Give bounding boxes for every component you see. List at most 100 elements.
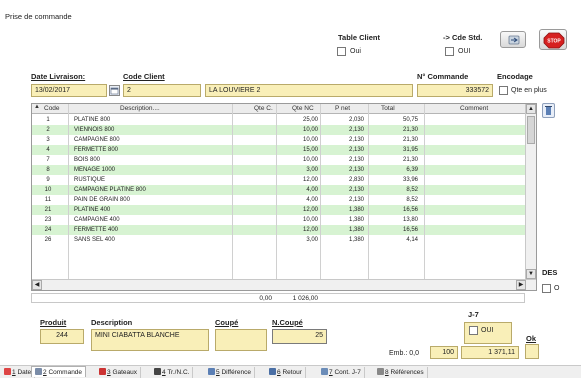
cell-code: 3 — [46, 137, 50, 143]
des-checkbox[interactable] — [542, 284, 551, 293]
scroll-right-icon[interactable]: ▶ — [516, 280, 526, 290]
cell-code: 1 — [46, 117, 50, 123]
cell-total: 33,96 — [402, 177, 418, 183]
tab-gateaux[interactable]: 3 Gateaux — [96, 367, 142, 378]
refresh-button[interactable] — [500, 31, 526, 48]
tab-retour[interactable]: 6 Retour — [266, 367, 306, 378]
table-row[interactable]: 21 PLATINE 400 12,00 1,380 16,56 — [32, 205, 526, 215]
table-row[interactable]: 10 CAMPAGNE PLATINE 800 4,00 2,130 8,52 — [32, 185, 526, 195]
scroll-left-icon[interactable]: ◀ — [32, 280, 42, 290]
col-header-description[interactable]: Description.... — [120, 105, 160, 112]
cell-description: CAMPAGNE PLATINE 800 — [74, 187, 146, 193]
scroll-down-icon[interactable]: ▼ — [526, 269, 536, 279]
table-client-checkbox[interactable] — [337, 47, 346, 56]
difference-tab-icon — [208, 368, 215, 375]
cont-j7-tab-icon — [321, 368, 328, 375]
table-row[interactable]: 4 FERMETTE 800 15,00 2,130 31,95 — [32, 145, 526, 155]
tab-cont-j7[interactable]: 7 Cont. J-7 — [318, 367, 365, 378]
cell-total: 31,95 — [402, 147, 418, 153]
retour-tab-icon — [269, 368, 276, 375]
scroll-thumb[interactable] — [527, 116, 535, 144]
table-row[interactable]: 9 RUSTIQUE 12,00 2,830 33,96 — [32, 175, 526, 185]
delete-line-button[interactable] — [542, 103, 555, 118]
cell-description: CAMPAGNE 800 — [74, 137, 120, 143]
cell-total: 8,52 — [406, 187, 418, 193]
table-row[interactable]: 11 PAIN DE GRAIN 800 4,00 2,130 8,52 — [32, 195, 526, 205]
col-header-code[interactable]: Code — [44, 105, 60, 112]
client-name-field[interactable]: LA LOUVIERE 2 — [205, 84, 413, 97]
cell-qte-nc: 4,00 — [306, 187, 318, 193]
col-header-qte-nc[interactable]: Qte NC — [292, 105, 314, 112]
tab-commande[interactable]: 2 Commande — [31, 366, 87, 377]
col-header-total[interactable]: Total — [381, 105, 395, 112]
cell-total: 4,14 — [406, 237, 418, 243]
produit-field[interactable]: 244 — [40, 329, 84, 344]
tab-tr-nc[interactable]: 4 Tr./N.C. — [151, 367, 194, 378]
cell-qte-nc: 10,00 — [302, 157, 318, 163]
cde-std-checkbox[interactable] — [445, 47, 454, 56]
coupe-field[interactable] — [215, 329, 267, 351]
tab-difference[interactable]: 5 Différence — [205, 367, 255, 378]
table-row[interactable]: 3 CAMPAGNE 800 10,00 2,130 21,30 — [32, 135, 526, 145]
cell-description: SANS SEL 400 — [74, 237, 115, 243]
cell-code: 24 — [44, 227, 52, 233]
cell-code: 10 — [44, 187, 52, 193]
ncoupe-label: N.Coupé — [272, 318, 303, 327]
table-row[interactable]: 24 FERMETTE 400 12,00 1,380 16,56 — [32, 225, 526, 235]
cell-code: 9 — [46, 177, 50, 183]
calendar-icon — [110, 87, 119, 95]
cell-total: 21,30 — [402, 137, 418, 143]
ncoupe-field[interactable]: 25 — [272, 329, 327, 344]
horizontal-scrollbar[interactable]: ◀ ▶ — [32, 279, 536, 290]
table-row[interactable]: 26 SANS SEL 400 3,00 1,380 4,14 — [32, 235, 526, 245]
emb-qty-field[interactable]: 100 — [430, 346, 458, 359]
table-row[interactable]: 2 VIENNOIS 800 10,00 2,130 21,30 — [32, 125, 526, 135]
qte-en-plus-label: Qte en plus — [511, 87, 547, 94]
j7-oui-checkbox[interactable] — [469, 326, 478, 335]
cell-p-net: 2,130 — [348, 137, 364, 143]
ok-field[interactable] — [525, 344, 539, 359]
cell-p-net: 2,830 — [348, 177, 364, 183]
code-client-field[interactable]: 2 — [123, 84, 201, 97]
total-qte-nc: 1 026,00 — [292, 295, 318, 302]
col-header-comment[interactable]: Comment — [460, 105, 488, 112]
cell-total: 8,52 — [406, 197, 418, 203]
trash-icon — [545, 106, 552, 115]
cell-p-net: 2,130 — [348, 187, 364, 193]
scroll-up-icon[interactable]: ▲ — [526, 104, 536, 114]
cell-p-net: 1,380 — [348, 227, 364, 233]
cell-qte-nc: 3,00 — [306, 237, 318, 243]
stop-button[interactable]: STOP — [539, 29, 567, 50]
tab-references[interactable]: 8 Références — [374, 367, 428, 378]
order-lines-table[interactable]: ▲ Code Description.... Qte C. Qte NC P n… — [31, 103, 537, 291]
table-row[interactable]: 1 PLATINE 800 25,00 2,030 50,75 — [32, 115, 526, 125]
cell-description: VIENNOIS 800 — [74, 127, 115, 133]
table-client-oui-label: Oui — [350, 48, 361, 55]
table-row[interactable]: 7 BOIS 800 10,00 2,130 21,30 — [32, 155, 526, 165]
cell-qte-nc: 15,00 — [302, 147, 318, 153]
vertical-scrollbar[interactable]: ▲ ▼ — [525, 104, 536, 280]
col-header-p-net[interactable]: P net — [335, 105, 350, 112]
cell-qte-nc: 12,00 — [302, 227, 318, 233]
stop-icon: STOP — [543, 32, 565, 49]
cell-qte-nc: 12,00 — [302, 207, 318, 213]
table-row[interactable]: 23 CAMPAGNE 400 10,00 1,380 13,80 — [32, 215, 526, 225]
calendar-button[interactable] — [109, 85, 120, 96]
ok-label: Ok — [526, 334, 537, 343]
references-tab-icon — [377, 368, 384, 375]
cell-description: PLATINE 400 — [74, 207, 111, 213]
date-livraison-field[interactable]: 13/02/2017 — [31, 84, 107, 97]
col-header-qte-c[interactable]: Qte C. — [254, 105, 273, 112]
cell-p-net: 1,380 — [348, 237, 364, 243]
produit-label: Produit — [40, 318, 67, 327]
cell-description: PLATINE 800 — [74, 117, 111, 123]
qte-en-plus-checkbox[interactable] — [499, 86, 508, 95]
table-row[interactable]: 8 MENAGE 1000 3,00 2,130 6,39 — [32, 165, 526, 175]
description-field[interactable]: MINI CIABATTA BLANCHE — [91, 329, 209, 351]
cell-code: 7 — [46, 157, 50, 163]
cell-p-net: 2,130 — [348, 157, 364, 163]
cell-description: PAIN DE GRAIN 800 — [74, 197, 130, 203]
refresh-icon — [508, 35, 520, 45]
num-commande-field[interactable]: 333572 — [417, 84, 493, 97]
cell-description: FERMETTE 800 — [74, 147, 119, 153]
